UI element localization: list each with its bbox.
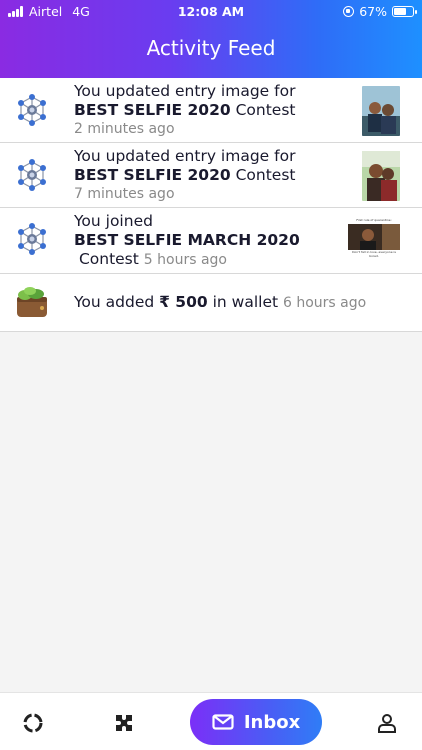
feed-text: You updated entry image for BEST SELFIE …: [74, 82, 295, 139]
feed-contest-line: BEST SELFIE 2020 Contest: [74, 101, 295, 120]
app-header: Airtel 4G 12:08 AM 67% Activity Feed: [0, 0, 422, 78]
thumb-caption-bottom: Don't fall in love, everyone is bored.: [352, 250, 396, 258]
feed-time: 2 minutes ago: [74, 121, 175, 137]
wallet-amount: ₹ 500: [159, 293, 208, 311]
entry-thumbnail[interactable]: [362, 86, 400, 136]
thumb-photo: [348, 224, 400, 250]
feed-line: You updated entry image for: [74, 147, 296, 165]
feed-text: You added ₹ 500 in wallet 6 hours ago: [74, 293, 366, 313]
feed-time: 7 minutes ago: [74, 186, 175, 202]
puzzle-icon[interactable]: [113, 712, 135, 734]
feed-contest-line: BEST SELFIE 2020 Contest: [74, 166, 295, 185]
orientation-lock-icon: [343, 6, 355, 17]
feed-time: 5 hours ago: [143, 252, 227, 268]
activity-icon[interactable]: [22, 712, 44, 734]
feed-prefix: You added: [74, 293, 160, 311]
battery-level: [394, 8, 407, 15]
feed-contest-suffix-line: Contest 5 hours ago: [74, 250, 300, 270]
contest-name: BEST SELFIE 2020: [74, 166, 231, 184]
entry-thumbnail[interactable]: First rule of quarantine: Don't fall in …: [348, 218, 400, 260]
status-bar: Airtel 4G 12:08 AM 67%: [0, 0, 422, 22]
bottom-navigation: Inbox: [0, 692, 422, 750]
entry-thumbnail[interactable]: [362, 151, 400, 201]
inbox-button[interactable]: Inbox: [190, 699, 322, 745]
network-icon: [18, 223, 46, 255]
battery-icon: [392, 6, 417, 17]
feed-item[interactable]: You added ₹ 500 in wallet 6 hours ago: [0, 274, 422, 332]
wallet-icon: [17, 287, 47, 317]
activity-feed: You updated entry image for BEST SELFIE …: [0, 78, 422, 332]
feed-suffix: in wallet: [207, 293, 279, 311]
feed-text: You joined BEST SELFIE MARCH 2020 Contes…: [74, 212, 300, 270]
feed-suffix: Contest: [230, 166, 296, 184]
page-title: Activity Feed: [146, 36, 276, 60]
feed-time: 6 hours ago: [283, 295, 367, 311]
feed-item[interactable]: You updated entry image for BEST SELFIE …: [0, 78, 422, 143]
feed-suffix: Contest: [78, 250, 139, 268]
contest-name: BEST SELFIE 2020: [74, 101, 231, 119]
feed-text: You updated entry image for BEST SELFIE …: [74, 147, 295, 204]
feed-line: You joined: [74, 212, 153, 230]
feed-item[interactable]: You joined BEST SELFIE MARCH 2020 Contes…: [0, 208, 422, 274]
battery-percent: 67%: [359, 4, 387, 19]
network-icon: [18, 94, 46, 126]
feed-item[interactable]: You updated entry image for BEST SELFIE …: [0, 143, 422, 208]
profile-icon[interactable]: [376, 712, 398, 734]
mail-icon: [212, 714, 234, 730]
feed-line: You updated entry image for: [74, 82, 296, 100]
feed-contest-line: BEST SELFIE MARCH 2020: [74, 231, 300, 250]
inbox-label: Inbox: [243, 711, 301, 733]
contest-name: BEST SELFIE MARCH 2020: [74, 231, 300, 249]
feed-suffix: Contest: [230, 101, 296, 119]
battery-info: 67%: [343, 4, 417, 19]
network-icon: [18, 159, 46, 191]
